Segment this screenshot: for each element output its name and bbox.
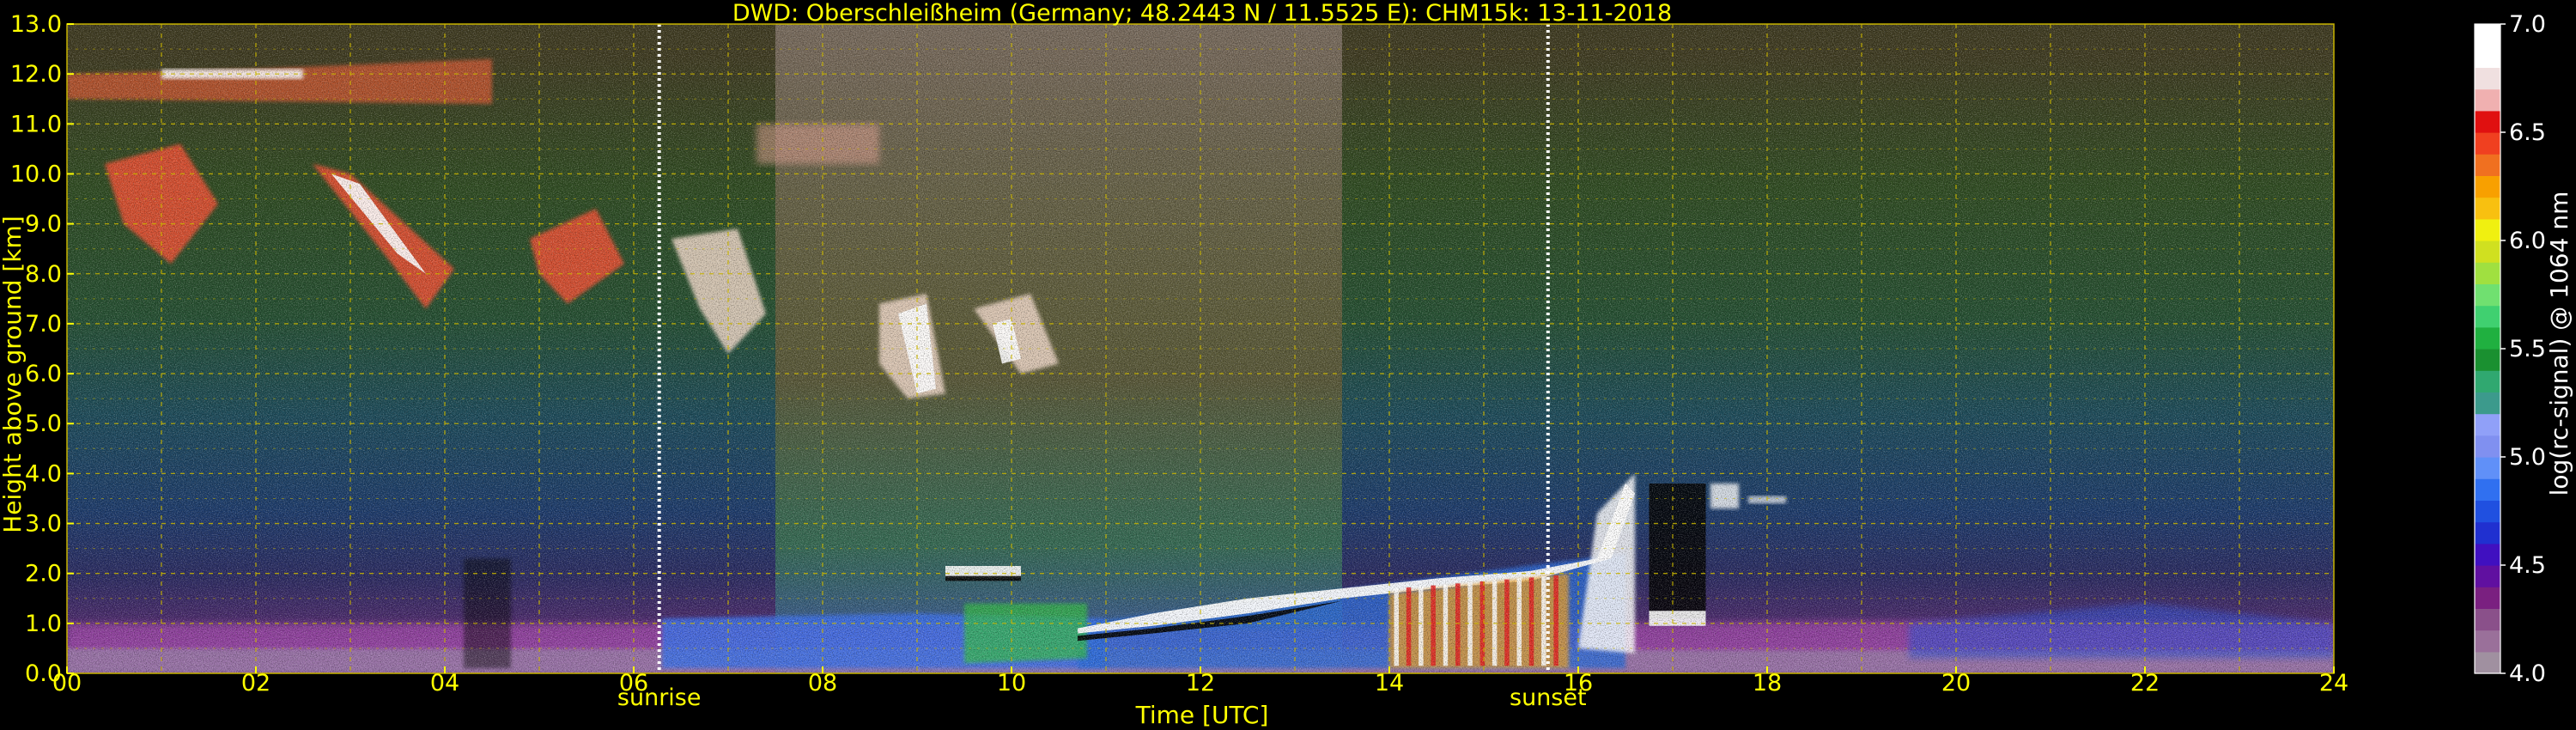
colorbar-segment (2475, 587, 2500, 609)
colorbar-segment (2475, 197, 2500, 220)
colorbar-segment (2475, 370, 2500, 392)
colorbar-segment (2475, 110, 2500, 133)
colorbar-segment (2475, 630, 2500, 653)
colorbar-ticks: 4.0 4.5 5.0 5.5 6.0 6.5 7.0 (2500, 11, 2546, 687)
colorbar-segment (2475, 218, 2500, 241)
x-tick-label: 04 (430, 670, 459, 697)
y-tick-label: 10.0 (10, 161, 62, 187)
y-tick-label: 1.0 (25, 611, 62, 637)
y-tick-label: 8.0 (25, 261, 62, 288)
colorbar-segment (2475, 240, 2500, 263)
colorbar-tick-label: 5.0 (2509, 444, 2546, 471)
colorbar-segment (2475, 132, 2500, 155)
colorbar-tick-label: 6.0 (2509, 228, 2546, 254)
y-tick-label: 9.0 (25, 211, 62, 238)
x-tick-label: 20 (1941, 670, 1971, 697)
x-tick-label: 12 (1186, 670, 1215, 697)
colorbar-segment (2475, 175, 2500, 198)
y-tick-label: 11.0 (10, 111, 62, 137)
x-tick-label: 18 (1753, 670, 1782, 697)
x-tick-label: 22 (2130, 670, 2160, 697)
colorbar-segment (2475, 651, 2500, 674)
colorbar-segment (2475, 326, 2500, 350)
colorbar-segment (2475, 608, 2500, 631)
colorbar-segment (2475, 457, 2500, 479)
colorbar-segment (2475, 435, 2500, 458)
sunrise-label: sunrise (617, 684, 702, 711)
colorbar-segment (2475, 413, 2500, 436)
y-tick-label: 0.0 (25, 660, 62, 687)
colorbar-segment (2475, 24, 2500, 46)
y-tick-label: 3.0 (25, 511, 62, 538)
colorbar-label: log(rc-signal) @ 1064 nm (2545, 192, 2573, 496)
x-axis-label: Time [UTC] (1135, 701, 1269, 729)
colorbar-segment (2475, 154, 2500, 176)
chart-title: DWD: Oberschleißheim (Germany; 48.2443 N… (732, 0, 1672, 27)
y-axis-label: Height above ground [km] (0, 216, 27, 533)
colorbar-segment (2475, 349, 2500, 371)
colorbar-segment (2475, 478, 2500, 501)
y-tick-label: 5.0 (25, 411, 62, 437)
colorbar-tick-label: 6.5 (2509, 119, 2546, 146)
plot-area (67, 24, 2334, 673)
sunset-label: sunset (1510, 684, 1587, 711)
colorbar-segment (2475, 88, 2500, 112)
colorbar-segment (2475, 283, 2500, 307)
x-tick-label: 08 (808, 670, 837, 697)
ceilometer-chart: 00 02 04 06 08 10 12 14 16 18 20 22 24 0.01.02.03.04… (0, 0, 2573, 729)
y-tick-label: 6.0 (25, 361, 62, 387)
y-tick-label: 2.0 (25, 561, 62, 587)
colorbar-segment (2475, 305, 2500, 328)
x-tick-label: 24 (2319, 670, 2348, 697)
y-tick-label: 13.0 (10, 11, 62, 38)
colorbar-tick-label: 4.0 (2509, 660, 2546, 687)
colorbar-tick-label: 4.5 (2509, 552, 2546, 579)
colorbar-segment (2475, 500, 2500, 523)
y-tick-label: 7.0 (25, 311, 62, 338)
colorbar-tick-label: 5.5 (2509, 336, 2546, 362)
x-tick-label: 02 (241, 670, 270, 697)
y-tick-label: 12.0 (10, 61, 62, 88)
colorbar-segment (2475, 262, 2500, 284)
colorbar-segment (2475, 67, 2500, 90)
colorbar (2474, 23, 2501, 674)
colorbar-segment (2475, 521, 2500, 544)
x-tick-label: 14 (1375, 670, 1404, 697)
x-tick-label: 10 (997, 670, 1026, 697)
y-tick-label: 4.0 (25, 460, 62, 487)
colorbar-segment (2475, 46, 2500, 68)
sun-marker-labels: sunrise sunset (617, 684, 1587, 711)
colorbar-tick-label: 7.0 (2509, 11, 2546, 38)
colorbar-segment (2475, 392, 2500, 415)
colorbar-segment (2475, 543, 2500, 566)
colorbar-segment (2475, 565, 2500, 587)
